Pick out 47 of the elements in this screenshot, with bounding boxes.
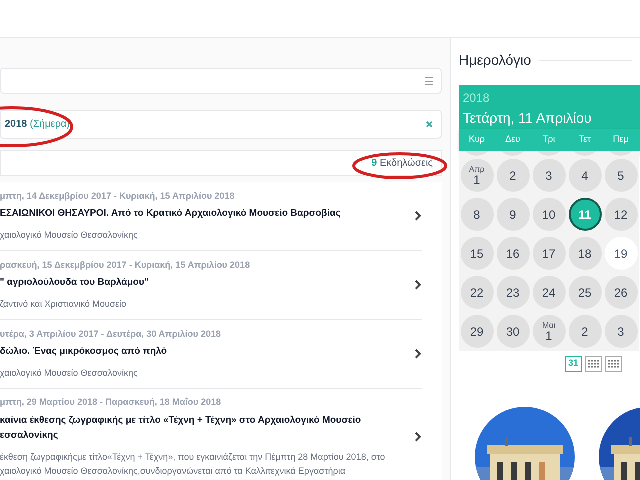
event-dates: μπτη, 29 Μαρτίου 2018 - Παρασκευή, 18 Μαΐου 2018 xyxy=(0,396,222,409)
event-title[interactable]: ΕΣΑΙΩΝΙΚΟΙ ΘΗΣΑΥΡΟΙ. Από το Κρατικό Αρχαιολογικό Μουσείο Βαρσοβίας xyxy=(0,206,391,222)
calendar-day[interactable]: 10 xyxy=(532,198,566,231)
calendar-day[interactable]: 2 xyxy=(568,315,602,348)
weekday-label: Πεμ xyxy=(612,133,630,146)
weekday-label: Τρι xyxy=(542,133,556,146)
event-dates: ρασκευή, 15 Δεκεμβρίου 2017 - Κυριακή, 15 Απριλίου 2018 xyxy=(0,258,252,272)
calendar-day[interactable]: 15 xyxy=(460,237,494,270)
event-dates: υτέρα, 3 Απριλίου 2017 - Δευτέρα, 30 Απριλίου 2018 xyxy=(0,328,222,341)
calendar-year: 2018 xyxy=(463,90,491,107)
calendar-day[interactable]: 23 xyxy=(496,276,530,309)
calendar-day[interactable]: 2 xyxy=(496,159,530,192)
event-dates: μπτη, 14 Δεκεμβρίου 2017 - Κυριακή, 15 Απριλίου 2018 xyxy=(0,190,236,203)
calendar-day[interactable]: 18 xyxy=(568,237,602,270)
date-value: 2018 (Σήμερα) xyxy=(5,118,70,132)
calendar-date: Τετάρτη, 11 Απριλίου xyxy=(463,109,593,128)
weekday-label: Δευ xyxy=(504,133,522,146)
calendar-day[interactable]: 30 xyxy=(496,315,530,348)
event-venue: χαιολογικό Μουσείο Θεσσαλονίκης xyxy=(0,367,139,380)
calendar-day[interactable]: 5 xyxy=(604,159,638,192)
event-venue: ζαντινό και Χριστιανικό Μουσείο xyxy=(0,298,128,312)
calendar-day[interactable]: 26 xyxy=(604,276,638,309)
calendar-day[interactable]: Μαι 1 xyxy=(532,315,566,348)
calendar-day[interactable]: 17 xyxy=(532,237,566,270)
calendar-day[interactable]: 3 xyxy=(532,159,566,192)
weekday-label: Κυρ xyxy=(468,133,486,146)
event-venue: χαιολογικό Μουσείο Θεσσαλονίκης xyxy=(0,229,139,242)
calendar-day[interactable]: 19 xyxy=(604,237,638,270)
calendar-day[interactable]: 8 xyxy=(460,198,494,231)
calendar-day[interactable]: 29 xyxy=(460,315,494,348)
event-title[interactable]: καίνια έκθεσης ζωγραφικής με τίτλο «Τέχνη + Τέχνη» στο Αρχαιολογικό Μουσείο εσσαλονίκης xyxy=(0,412,391,442)
calendar-day[interactable]: 24 xyxy=(532,276,566,309)
event-title[interactable]: " αγριολούλουδα του Βαρλάμου" xyxy=(0,275,391,290)
calendar-title: Ημερολόγιο xyxy=(459,51,532,70)
calendar-day[interactable]: 3 xyxy=(604,315,638,348)
event-title[interactable]: δώλιο. Ένας μικρόκοσμος από πηλό xyxy=(0,344,391,360)
calendar-day[interactable]: 12 xyxy=(604,198,638,231)
weekday-label: Τετ xyxy=(578,133,592,146)
event-count: 9 Εκδηλώσεις xyxy=(372,156,433,170)
calendar-day[interactable]: 9 xyxy=(496,198,530,231)
date-field[interactable]: 2018 (Σήμερα) xyxy=(0,110,442,139)
calendar-day[interactable]: Απρ 1 xyxy=(460,159,494,192)
calendar-day[interactable]: 22 xyxy=(460,276,494,309)
calendar-day[interactable]: 16 xyxy=(496,237,530,270)
calendar-day[interactable]: 25 xyxy=(568,276,602,309)
calendar-day[interactable]: 4 xyxy=(568,159,602,192)
event-venue: έκθεση ζωγραφικήςμε τίτλο«Τέχνη + Τέχνη», που εγκαινιάζεται την Πέμπτη 28 Μαρτίου 2018, στο χαιολογικό Μουσείο Θεσσαλονίκης,συνδιοργανώνεται από τα Καλλιτεχνικά Εργαστήρια xyxy=(0,450,386,478)
